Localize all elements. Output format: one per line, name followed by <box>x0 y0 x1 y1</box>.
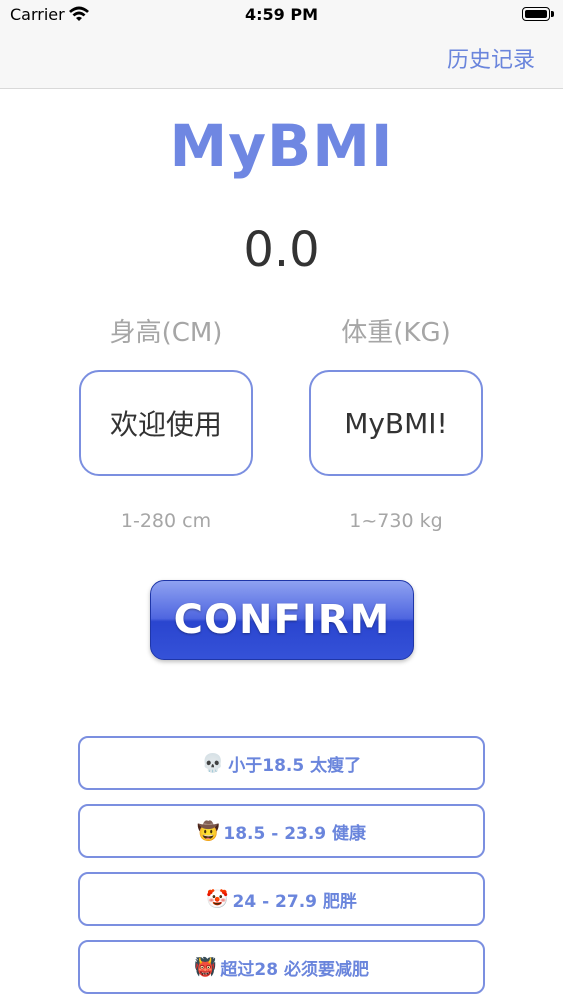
status-bar: Carrier 4:59 PM <box>0 0 563 30</box>
confirm-button[interactable]: CONFIRM <box>150 580 414 660</box>
navigation-bar: Carrier 4:59 PM 历史记录 <box>0 0 563 89</box>
ogre-icon: 👹 <box>194 956 217 978</box>
legend-text: 小于18.5 太瘦了 <box>228 755 362 776</box>
weight-input[interactable]: MyBMI! <box>309 370 483 476</box>
app-title: MyBMI <box>169 112 394 180</box>
weight-label: 体重(KG) <box>341 318 451 348</box>
legend-overweight[interactable]: 🤡 24 - 27.9 肥胖 <box>78 872 485 926</box>
height-input[interactable]: 欢迎使用 <box>79 370 253 476</box>
height-range-hint: 1-280 cm <box>120 510 212 532</box>
cowboy-icon: 🤠 <box>196 820 220 842</box>
clown-icon: 🤡 <box>206 888 229 910</box>
history-button[interactable]: 历史记录 <box>447 42 535 74</box>
height-label: 身高(CM) <box>109 318 223 348</box>
legend-underweight[interactable]: 💀 小于18.5 太瘦了 <box>78 736 485 790</box>
legend-text: 24 - 27.9 肥胖 <box>232 891 357 912</box>
bmi-result: 0.0 <box>243 222 320 278</box>
legend-healthy[interactable]: 🤠 18.5 - 23.9 健康 <box>78 804 485 858</box>
battery-icon <box>522 7 554 21</box>
legend-obese[interactable]: 👹 超过28 必须要减肥 <box>78 940 485 994</box>
weight-range-hint: 1~730 kg <box>349 510 443 532</box>
legend-text: 18.5 - 23.9 健康 <box>223 823 367 844</box>
skull-icon: 💀 <box>201 752 225 774</box>
legend-text: 超过28 必须要减肥 <box>220 959 369 980</box>
status-time: 4:59 PM <box>244 5 318 24</box>
